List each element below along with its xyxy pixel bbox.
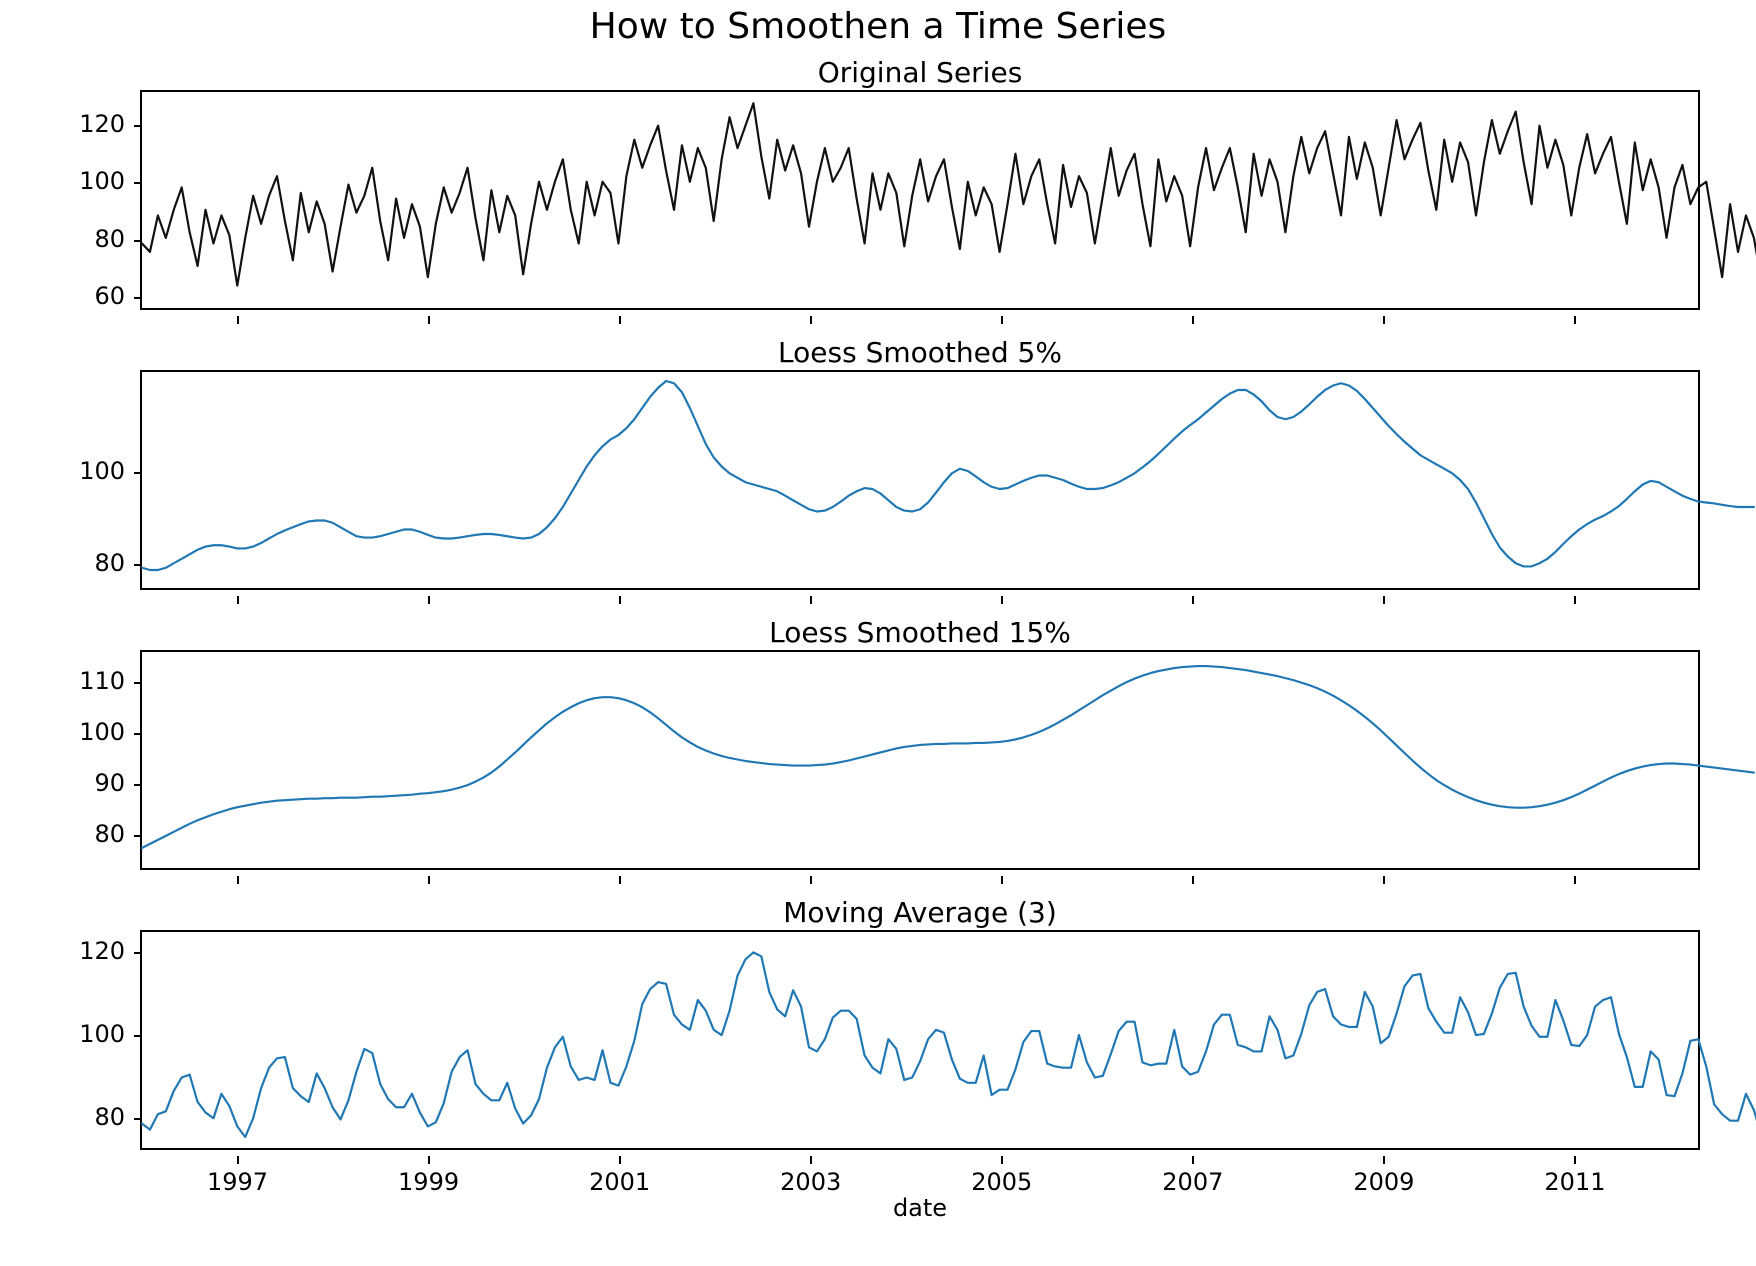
y-tick-label: 120	[79, 937, 125, 965]
x-tick-mark	[810, 876, 812, 884]
x-tick-label: 2005	[971, 1168, 1032, 1196]
x-tick-label: 2009	[1353, 1168, 1414, 1196]
panel-title: Loess Smoothed 5%	[140, 336, 1700, 369]
panel-title: Loess Smoothed 15%	[140, 616, 1700, 649]
series-line	[142, 103, 1756, 285]
x-tick-mark	[428, 1156, 430, 1164]
x-tick-mark	[237, 316, 239, 324]
x-tick-mark	[810, 1156, 812, 1164]
x-tick-mark	[1001, 596, 1003, 604]
x-axis-label: date	[140, 1194, 1700, 1222]
x-tick-mark	[1574, 596, 1576, 604]
x-tick-label: 1997	[207, 1168, 268, 1196]
plot-area	[140, 370, 1700, 590]
x-tick-mark	[1383, 1156, 1385, 1164]
panel-title: Moving Average (3)	[140, 896, 1700, 929]
y-tick-label: 100	[79, 1020, 125, 1048]
y-tick-mark	[134, 182, 142, 184]
panel-loess15: Loess Smoothed 15%8090100110	[140, 650, 1700, 870]
x-tick-label: 1999	[398, 1168, 459, 1196]
y-tick-label: 90	[94, 769, 125, 797]
x-tick-mark	[1574, 876, 1576, 884]
x-tick-mark	[1383, 876, 1385, 884]
x-tick-mark	[1192, 1156, 1194, 1164]
x-tick-mark	[428, 316, 430, 324]
y-tick-label: 100	[79, 718, 125, 746]
figure-suptitle: How to Smoothen a Time Series	[0, 6, 1756, 47]
series-line	[142, 666, 1754, 848]
x-tick-mark	[619, 316, 621, 324]
x-tick-mark	[1383, 596, 1385, 604]
x-tick-mark	[1001, 1156, 1003, 1164]
series-svg	[142, 932, 1698, 1148]
x-tick-mark	[810, 596, 812, 604]
y-tick-label: 80	[94, 1103, 125, 1131]
y-tick-label: 80	[94, 225, 125, 253]
x-tick-label: 2003	[780, 1168, 841, 1196]
panel-title: Original Series	[140, 56, 1700, 89]
y-tick-mark	[134, 564, 142, 566]
x-tick-mark	[1192, 876, 1194, 884]
y-tick-mark	[134, 472, 142, 474]
y-tick-label: 80	[94, 549, 125, 577]
y-tick-label: 120	[79, 110, 125, 138]
series-svg	[142, 372, 1698, 588]
x-tick-label: 2011	[1544, 1168, 1605, 1196]
panel-loess5: Loess Smoothed 5%80100	[140, 370, 1700, 590]
y-tick-label: 110	[79, 667, 125, 695]
x-tick-mark	[428, 596, 430, 604]
series-line	[142, 381, 1754, 570]
panel-ma3: Moving Average (3)1997199920012003200520…	[140, 930, 1700, 1150]
x-tick-mark	[1574, 316, 1576, 324]
y-tick-mark	[134, 952, 142, 954]
x-tick-mark	[237, 1156, 239, 1164]
y-tick-mark	[134, 1035, 142, 1037]
y-tick-label: 60	[94, 282, 125, 310]
series-line	[142, 952, 1756, 1137]
x-tick-mark	[237, 876, 239, 884]
y-tick-mark	[134, 835, 142, 837]
x-tick-mark	[1192, 596, 1194, 604]
x-tick-mark	[428, 876, 430, 884]
x-tick-mark	[1192, 316, 1194, 324]
y-tick-mark	[134, 240, 142, 242]
plot-area: 19971999200120032005200720092011	[140, 930, 1700, 1150]
y-tick-mark	[134, 125, 142, 127]
plot-area	[140, 90, 1700, 310]
figure: How to Smoothen a Time Series Original S…	[0, 0, 1756, 1266]
x-tick-mark	[1001, 876, 1003, 884]
x-tick-mark	[810, 316, 812, 324]
y-tick-label: 80	[94, 820, 125, 848]
y-tick-label: 100	[79, 457, 125, 485]
panel-original: Original Series6080100120	[140, 90, 1700, 310]
y-tick-label: 100	[79, 167, 125, 195]
y-tick-mark	[134, 733, 142, 735]
series-svg	[142, 92, 1698, 308]
x-tick-mark	[619, 876, 621, 884]
x-tick-label: 2007	[1162, 1168, 1223, 1196]
x-tick-mark	[619, 1156, 621, 1164]
x-tick-mark	[1574, 1156, 1576, 1164]
series-svg	[142, 652, 1698, 868]
y-tick-mark	[134, 682, 142, 684]
y-tick-mark	[134, 1118, 142, 1120]
x-tick-mark	[619, 596, 621, 604]
x-tick-mark	[1383, 316, 1385, 324]
x-tick-mark	[237, 596, 239, 604]
y-tick-mark	[134, 297, 142, 299]
plot-area	[140, 650, 1700, 870]
y-tick-mark	[134, 784, 142, 786]
x-tick-mark	[1001, 316, 1003, 324]
x-tick-label: 2001	[589, 1168, 650, 1196]
